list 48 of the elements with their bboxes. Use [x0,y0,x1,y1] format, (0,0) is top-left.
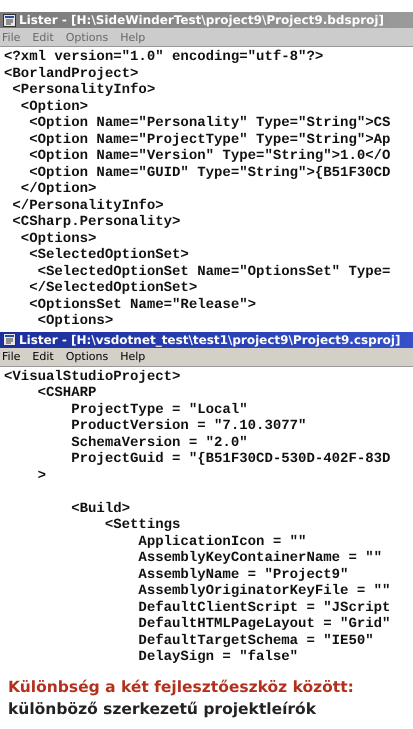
code-line: AssemblyOriginatorKeyFile = "" [137,583,392,600]
menu-item[interactable]: Help [120,350,146,363]
code-line: <CSHARP [36,385,98,402]
caption-title: Különbség a két fejlesztőeszköz között: [8,678,355,696]
menu-item[interactable]: Options [66,30,108,44]
window-title: Lister - [H:\SideWinderTest\project9\Project9.bdsproj] [19,13,384,27]
code-line: ProductVersion = "7.10.3077" [70,418,308,434]
code-line: ProjectGuid = "{B51F30CD-530D-402F-83D [70,451,392,468]
code-line: > [36,468,48,484]
code-line: <SelectedOptionSet Name="OptionsSet" Type= [36,264,392,280]
code-line: </Option> [20,181,98,198]
code-line: <Option Name="Personality" Type="String">CS [28,115,392,132]
menu-item[interactable]: Options [66,350,108,363]
code-line: </SelectedOptionSet> [28,280,198,296]
code-line: <Option> [20,98,90,115]
code-line: <Options> [20,230,98,247]
app-icon [3,14,16,26]
code-line: <Option Name="ProjectType" Type="String">Ap [28,132,392,148]
code-line: <Options> [36,313,114,330]
app-icon [3,333,16,346]
code-line: <CSharp.Personality> [11,214,182,230]
menu-item[interactable]: Edit [32,350,54,363]
code-line: AssemblyKeyContainerName = "" [137,550,384,566]
code-line: DelaySign = "false" [137,649,300,666]
code-line: AssemblyName = "Project9" [137,566,350,583]
caption-subtitle: különböző szerkezetű projektleírók [8,700,318,718]
code-line: <Settings [104,517,182,534]
code-line: DefaultHTMLPageLayout = "Grid" [137,616,392,632]
code-line: DefaultClientScript = "JScript [137,600,392,616]
code-line: <Option Name="GUID" Type="String">{B51F30CD [28,164,392,181]
menu-item[interactable]: Help [120,30,146,44]
code-line: <SelectedOptionSet> [28,247,190,264]
code-line: <BorlandProject> [4,66,140,82]
code-line: ApplicationIcon = "" [137,534,308,550]
code-line: SchemaVersion = "2.0" [70,434,249,451]
code-line: <OptionsSet Name="Release"> [28,296,258,313]
code-line: DefaultTargetSchema = "IE50" [137,632,375,649]
window-title: Lister - [H:\vsdotnet_test\test1\project9\Project9.csproj] [19,332,400,346]
code-line: <?xml version="1.0" encoding="utf-8"?> [4,49,324,66]
code-line: </PersonalityInfo> [11,198,165,214]
code-line: <PersonalityInfo> [11,82,156,98]
menu-item[interactable]: Edit [32,30,54,44]
code-line: <Build> [70,500,132,517]
menu-item[interactable]: File [2,30,20,44]
code-line: ProjectType = "Local" [70,402,249,418]
code-line: <Option Name="Version" Type="String">1.0</O [28,148,392,164]
menu-item[interactable]: File [2,350,20,363]
code-line: <VisualStudioProject> [4,368,182,385]
